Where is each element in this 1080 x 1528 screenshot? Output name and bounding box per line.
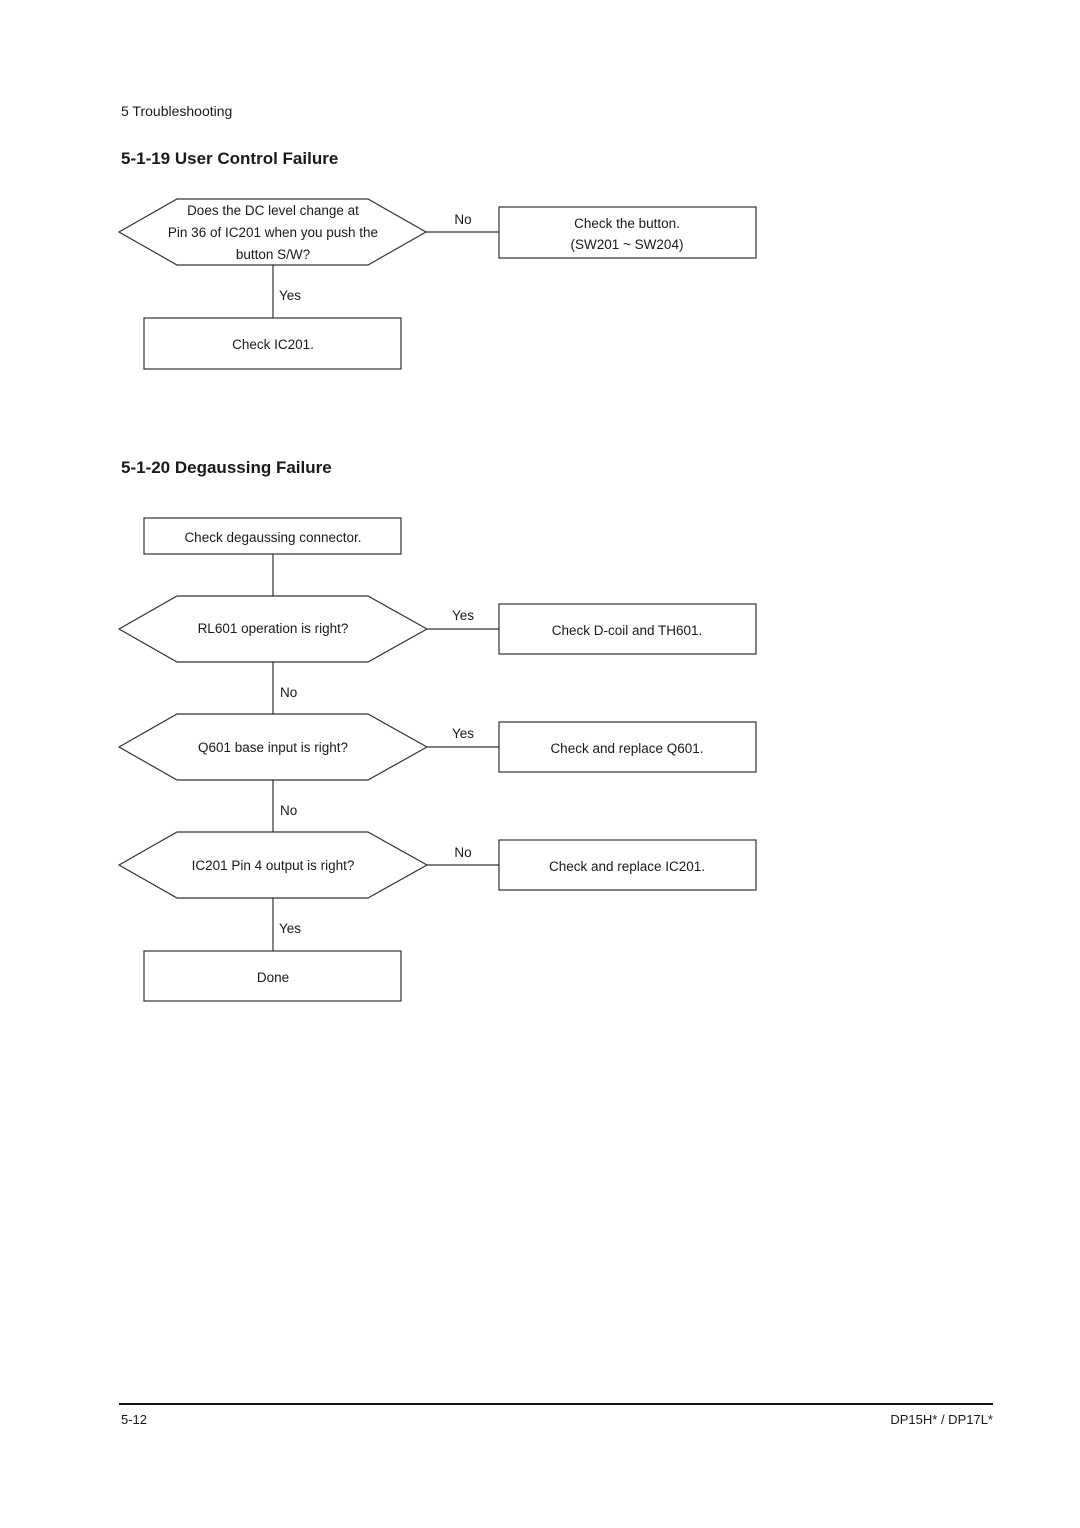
action-text: Check and replace IC201.: [549, 859, 705, 874]
model-name: DP15H* / DP17L*: [890, 1412, 993, 1427]
action-text-line: (SW201 ~ SW204): [571, 237, 684, 252]
action-text-line: Check the button.: [574, 216, 680, 231]
branch-label-no: No: [280, 803, 297, 818]
decision-text: RL601 operation is right?: [198, 621, 349, 636]
branch-label-no: No: [454, 845, 471, 860]
footer-divider: [119, 1403, 993, 1405]
flowchart-user-control: Does the DC level change at Pin 36 of IC…: [117, 198, 757, 370]
page-number: 5-12: [121, 1412, 148, 1427]
decision-text-line: button S/W?: [236, 247, 310, 262]
end-text: Done: [257, 970, 289, 985]
branch-label-yes: Yes: [279, 921, 301, 936]
decision-text-line: Pin 36 of IC201 when you push the: [168, 225, 378, 240]
branch-label-yes: Yes: [452, 608, 474, 623]
flowchart-degaussing: Check degaussing connector. RL601 operat…: [117, 517, 757, 1002]
branch-label-yes: Yes: [452, 726, 474, 741]
branch-label-yes: Yes: [279, 288, 301, 303]
branch-label-no: No: [280, 685, 297, 700]
decision-text: IC201 Pin 4 output is right?: [192, 858, 355, 873]
action-text: Check D-coil and TH601.: [552, 623, 703, 638]
decision-text: Q601 base input is right?: [198, 740, 348, 755]
branch-label-no: No: [454, 212, 471, 227]
action-text-line: Check IC201.: [232, 337, 314, 352]
flowchart-canvas: Does the DC level change at Pin 36 of IC…: [117, 198, 757, 1002]
decision-text-line: Does the DC level change at: [187, 203, 359, 218]
action-text: Check and replace Q601.: [550, 741, 703, 756]
start-text: Check degaussing connector.: [184, 530, 361, 545]
